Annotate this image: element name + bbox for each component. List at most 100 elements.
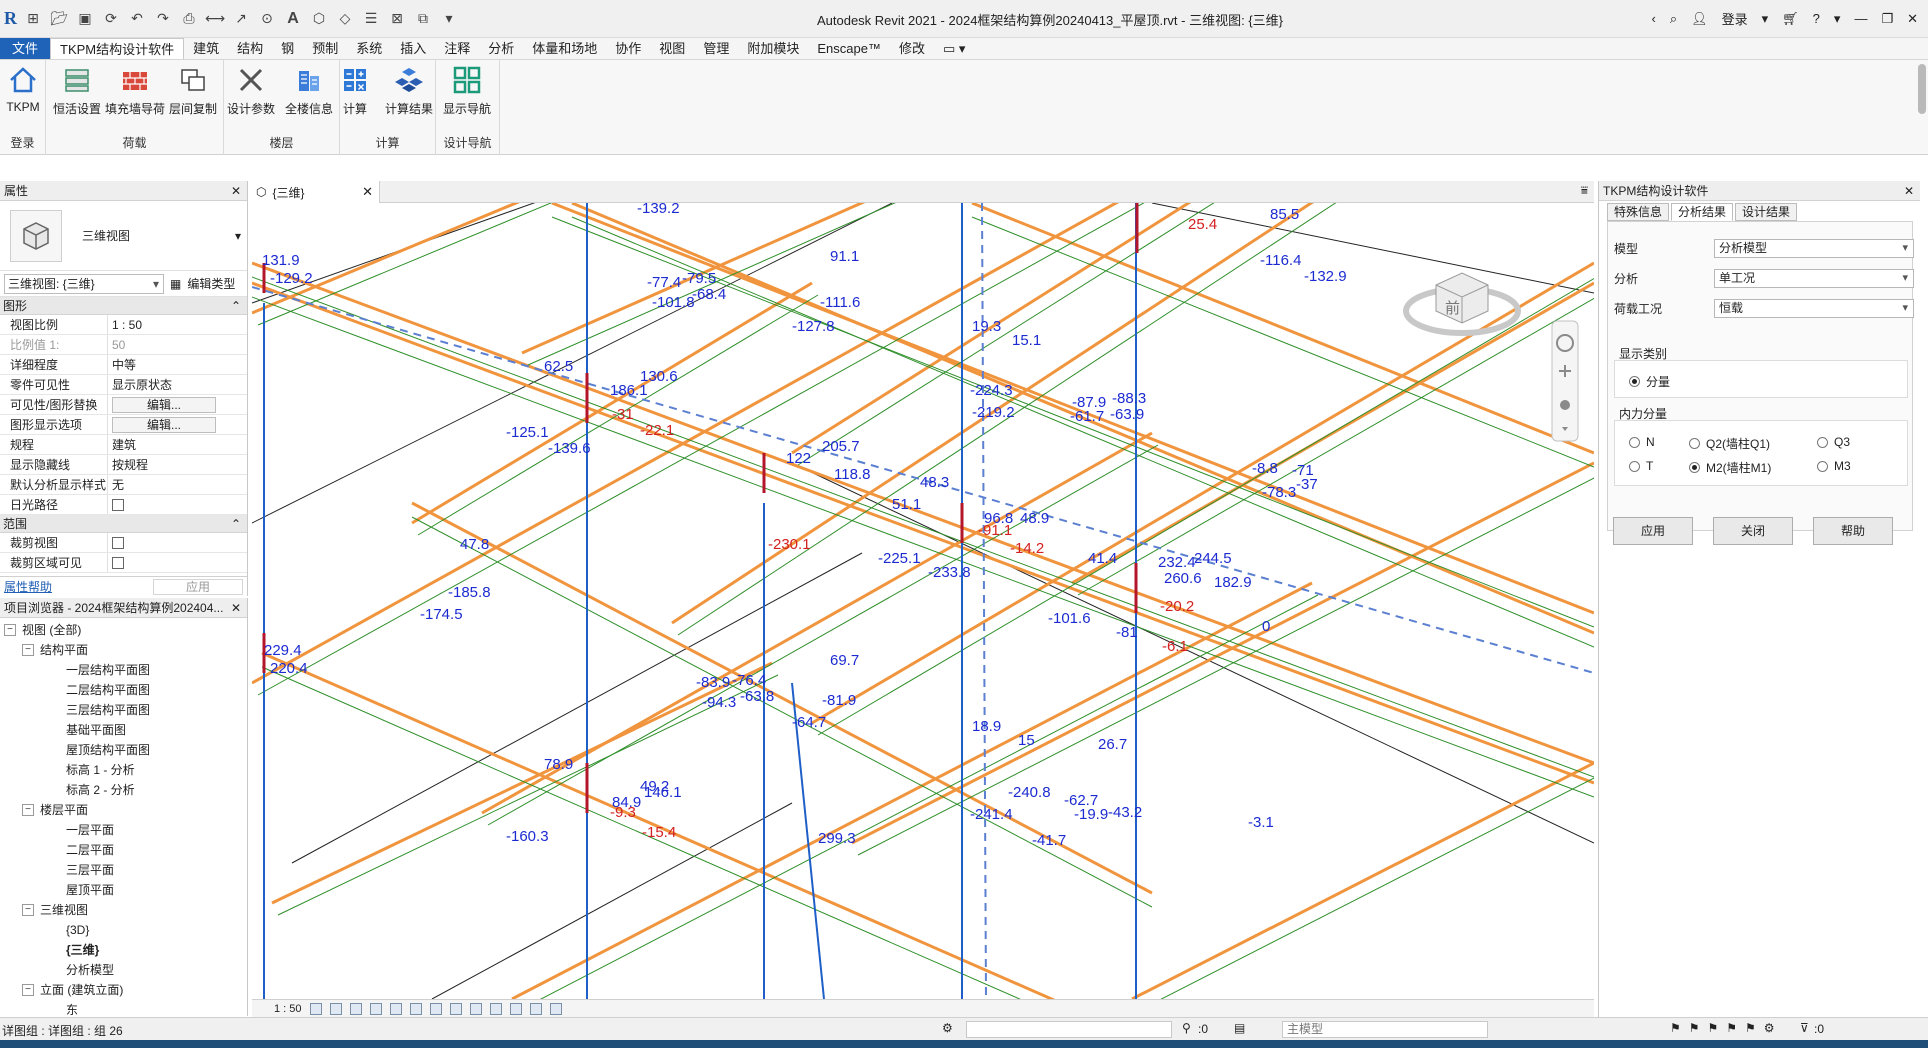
property-value[interactable]: 编辑... xyxy=(108,395,247,414)
browser-item[interactable]: 一层结构平面图 xyxy=(0,660,247,680)
tab-collaborate[interactable]: 协作 xyxy=(606,38,650,59)
revit-logo[interactable]: R xyxy=(4,8,17,29)
property-row[interactable]: 规程 建筑 xyxy=(0,435,247,455)
tab-enscape[interactable]: Enscape™ xyxy=(808,38,890,59)
type-selector[interactable]: 三维视图 ▾ xyxy=(0,201,247,271)
property-row[interactable]: 日光路径 xyxy=(0,495,247,515)
tab-architecture[interactable]: 建筑 xyxy=(184,38,228,59)
loadcase-dropdown[interactable]: 恒载 xyxy=(1714,298,1914,318)
chevron-left-icon[interactable]: ‹ xyxy=(1651,11,1655,26)
checkbox[interactable] xyxy=(112,537,124,549)
tab-analysis-result[interactable]: 分析结果 xyxy=(1671,203,1734,221)
browser-item[interactable]: 二层结构平面图 xyxy=(0,680,247,700)
property-value[interactable]: 中等 xyxy=(108,355,247,374)
tab-special-info[interactable]: 特殊信息 xyxy=(1607,203,1670,221)
radio-q2[interactable]: Q2(墙柱Q1) xyxy=(1689,435,1770,452)
measure-icon[interactable]: ⟷ xyxy=(205,9,225,29)
tab-modify[interactable]: 修改 xyxy=(890,38,934,59)
thin-lines-icon[interactable]: ☰ xyxy=(361,9,381,29)
moment-diagram[interactable] xyxy=(571,216,1594,648)
help-dropdown-icon[interactable]: ▾ xyxy=(1834,11,1841,27)
moment-diagram[interactable] xyxy=(857,475,1594,856)
copy-floor-button[interactable]: 层间复制 xyxy=(162,64,224,120)
property-value[interactable]: 按规程 xyxy=(108,455,247,474)
crop-view-icon[interactable] xyxy=(409,1002,422,1015)
grid-line[interactable] xyxy=(291,552,863,864)
close-icon[interactable]: ✕ xyxy=(1904,184,1914,198)
browser-item[interactable]: 东 xyxy=(0,1000,247,1016)
beam[interactable] xyxy=(252,261,1594,765)
tabs-menu-icon[interactable]: ⩸ xyxy=(1581,183,1588,198)
radio-m3[interactable]: M3 xyxy=(1817,459,1851,473)
design-params-button[interactable]: 设计参数 xyxy=(220,64,282,120)
view-scale[interactable]: 1 : 50 xyxy=(274,1003,302,1015)
radio-t[interactable]: T xyxy=(1629,459,1653,473)
collapse-icon[interactable]: ⌃ xyxy=(231,299,241,313)
model-canvas[interactable]: -139.2 131.9 -129.2 -77.4 -79.5 -68.4 -101.8 91… xyxy=(252,203,1594,999)
visual-style-icon[interactable] xyxy=(329,1002,342,1015)
browser-item[interactable]: 标高 2 - 分析 xyxy=(0,780,247,800)
property-row[interactable]: 可见性/图形替换 编辑... xyxy=(0,395,247,415)
moment-diagram[interactable] xyxy=(261,666,1152,999)
collapse-toggle-icon[interactable]: − xyxy=(22,984,34,996)
3d-view-icon[interactable]: ⬡ xyxy=(309,9,329,29)
section-icon[interactable]: ◇ xyxy=(335,9,355,29)
radio-component[interactable]: 分量 xyxy=(1629,373,1670,390)
close-button[interactable]: 关闭 xyxy=(1713,517,1793,545)
browser-item[interactable]: − 视图 (全部) xyxy=(0,620,247,640)
ribbon-display-toggle[interactable]: ▭ ▾ xyxy=(934,38,974,59)
worksets-icon[interactable]: ⚙ xyxy=(942,1021,953,1035)
moment-diagram[interactable] xyxy=(1138,775,1594,999)
dead-live-settings-button[interactable]: 恒活设置 xyxy=(46,64,108,120)
radio-m2[interactable]: M2(墙柱M1) xyxy=(1689,459,1771,476)
reveal-hidden-icon[interactable] xyxy=(489,1002,502,1015)
collapse-toggle-icon[interactable]: − xyxy=(22,904,34,916)
temp-hide-icon[interactable] xyxy=(469,1002,482,1015)
save-icon[interactable]: ▣ xyxy=(75,9,95,29)
user-icon[interactable]: 👤︎ xyxy=(1691,11,1708,27)
property-value[interactable] xyxy=(108,533,247,552)
dimension-icon[interactable]: ↗ xyxy=(231,9,251,29)
browser-item[interactable]: 标高 1 - 分析 xyxy=(0,760,247,780)
cart-icon[interactable]: 🛒︎ xyxy=(1782,11,1799,27)
property-value[interactable] xyxy=(108,553,247,572)
close-icon[interactable]: ✕ xyxy=(362,184,373,200)
property-row[interactable]: 零件可见性 显示原状态 xyxy=(0,375,247,395)
collapse-toggle-icon[interactable]: − xyxy=(22,804,34,816)
checkbox[interactable] xyxy=(112,557,124,569)
design-options-icon[interactable]: ▤ xyxy=(1234,1021,1245,1035)
edit-type-icon[interactable]: ▦ xyxy=(170,277,181,291)
browser-item[interactable]: {三维} xyxy=(0,940,247,960)
property-value[interactable]: 建筑 xyxy=(108,435,247,454)
filter-icon[interactable]: ⊽ xyxy=(1800,1021,1809,1035)
property-value[interactable]: 1 : 50 xyxy=(108,315,247,334)
property-value[interactable]: 编辑... xyxy=(108,415,247,434)
binoculars-icon[interactable]: ⌕ xyxy=(1670,11,1677,27)
edit-button[interactable]: 编辑... xyxy=(112,417,216,433)
tab-insert[interactable]: 插入 xyxy=(391,38,435,59)
sync-icon[interactable]: ⟳ xyxy=(101,9,121,29)
help-button[interactable]: 帮助 xyxy=(1813,517,1893,545)
chevron-down-icon[interactable]: ▾ xyxy=(235,229,241,243)
collapse-toggle-icon[interactable]: − xyxy=(4,624,16,636)
properties-help-link[interactable]: 属性帮助 xyxy=(4,578,52,595)
property-row[interactable]: 比例值 1: 50 xyxy=(0,335,247,355)
analysis-display-icon[interactable] xyxy=(509,1002,522,1015)
property-row[interactable]: 视图比例 1 : 50 xyxy=(0,315,247,335)
section-graphics[interactable]: 图形 ⌃ xyxy=(0,297,247,315)
tab-systems[interactable]: 系统 xyxy=(347,38,391,59)
section-extent[interactable]: 范围 ⌃ xyxy=(0,515,247,533)
tab-precast[interactable]: 预制 xyxy=(303,38,347,59)
tab-analyze[interactable]: 分析 xyxy=(479,38,523,59)
beam[interactable] xyxy=(791,203,1252,455)
tab-tkpm[interactable]: TKPM结构设计软件 xyxy=(50,38,185,59)
property-row[interactable]: 默认分析显示样式无 xyxy=(0,475,247,495)
collapse-icon[interactable]: ⌃ xyxy=(231,517,241,531)
viewcube[interactable]: 前 xyxy=(1403,272,1521,336)
browser-item[interactable]: 一层平面 xyxy=(0,820,247,840)
show-constraints-icon[interactable] xyxy=(549,1002,562,1015)
ribbon-scrollbar[interactable] xyxy=(1918,64,1926,114)
apply-button[interactable]: 应用 xyxy=(153,578,243,595)
qat-dropdown-icon[interactable]: ▾ xyxy=(439,9,459,29)
tab-design-result[interactable]: 设计结果 xyxy=(1735,203,1798,221)
